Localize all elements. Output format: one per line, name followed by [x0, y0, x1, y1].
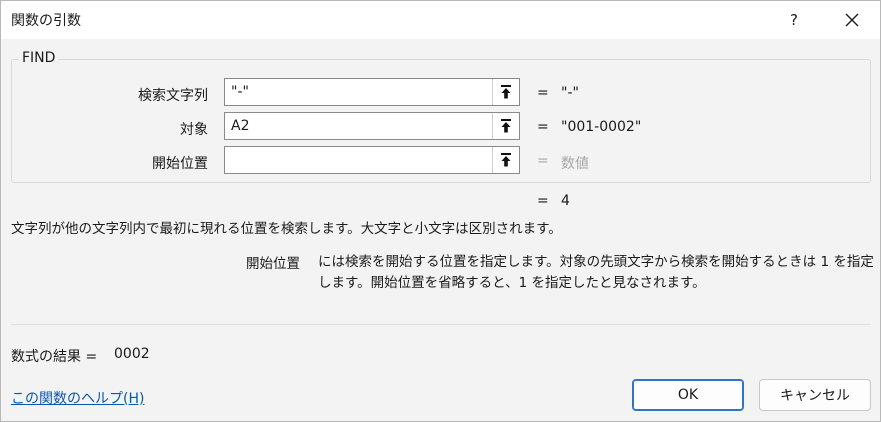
title-bar: 関数の引数 ? [1, 1, 880, 39]
argument-field-start-num [224, 146, 520, 174]
function-help-link[interactable]: この関数のヘルプ(H) [11, 388, 144, 408]
argument-label-find-text: 検索文字列 [138, 88, 208, 104]
collapse-dialog-arrow-icon [501, 85, 511, 99]
equals-sign: = [537, 153, 549, 169]
function-arguments-dialog: 関数の引数 ? FIND 検索文字列 = "-" 対象 = [0, 0, 881, 422]
equals-sign: = [537, 193, 549, 209]
equals-sign: = [537, 119, 549, 135]
formula-result-label: 数式の結果 = [11, 349, 98, 365]
close-button[interactable] [829, 1, 875, 39]
function-description: 文字列が他の文字列内で最初に現れる位置を検索します。大文字と小文字は区別されます… [11, 221, 562, 237]
collapse-dialog-button[interactable] [492, 113, 519, 139]
collapse-dialog-button[interactable] [492, 147, 519, 173]
equals-sign: = [537, 85, 549, 101]
ok-button[interactable]: OK [632, 379, 744, 411]
argument-result-find-text: "-" [561, 85, 579, 101]
argument-help-name: 開始位置 [246, 256, 300, 272]
formula-result-value: 0002 [114, 346, 150, 362]
collapse-dialog-arrow-icon [501, 153, 511, 167]
function-name-label: FIND [19, 50, 59, 66]
start-num-input[interactable] [225, 147, 493, 173]
divider [11, 324, 871, 325]
function-result-value: 4 [561, 193, 570, 209]
within-text-input[interactable] [225, 113, 493, 139]
argument-field-within-text [224, 112, 520, 140]
collapse-dialog-arrow-icon [501, 119, 511, 133]
close-icon [845, 13, 859, 27]
argument-label-start-num: 開始位置 [152, 156, 208, 172]
argument-label-within-text: 対象 [180, 122, 208, 138]
collapse-dialog-button[interactable] [492, 79, 519, 105]
argument-result-within-text: "001-0002" [561, 119, 642, 135]
argument-result-start-num: 数値 [561, 156, 589, 172]
find-text-input[interactable] [225, 79, 493, 105]
cancel-button[interactable]: キャンセル [759, 379, 871, 411]
argument-field-find-text [224, 78, 520, 106]
help-button[interactable]: ? [773, 1, 815, 39]
argument-help-text: には検索を開始する位置を指定します。対象の先頭文字から検索を開始するときは 1 … [318, 254, 874, 291]
dialog-title: 関数の引数 [11, 13, 81, 29]
